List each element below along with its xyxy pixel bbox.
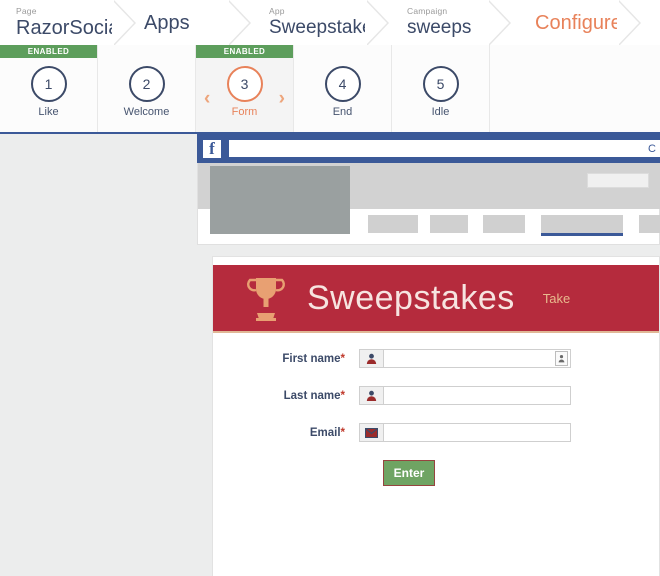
required-marker: *: [340, 389, 345, 402]
breadcrumb-label: Apps: [144, 12, 190, 34]
contact-picker-icon[interactable]: [555, 351, 568, 366]
breadcrumb-separator-fill-icon: [112, 0, 134, 45]
step-item-idle[interactable]: 5 Idle: [392, 45, 490, 132]
facebook-tab[interactable]: [639, 215, 660, 233]
form-row-first-name: First name*: [213, 349, 659, 368]
breadcrumb-separator-fill-icon: [487, 0, 509, 45]
facebook-logo-icon[interactable]: f: [203, 139, 221, 158]
breadcrumb-sublabel: App: [269, 5, 285, 16]
facebook-tab[interactable]: [430, 215, 468, 233]
facebook-tab[interactable]: [483, 215, 525, 233]
breadcrumb-separator-fill-icon: [365, 0, 387, 45]
last-name-label: Last name*: [213, 390, 359, 402]
step-label: End: [332, 105, 353, 118]
email-input[interactable]: [383, 423, 571, 442]
facebook-cta-button[interactable]: [587, 173, 649, 188]
facebook-top-bar: f C: [197, 134, 660, 163]
step-navigation: ENABLED 1 Like 2 Welcome ENABLED ‹ 3 For…: [0, 45, 660, 134]
trophy-icon: [247, 278, 285, 321]
step-number: 3: [226, 65, 263, 102]
first-name-label: First name*: [213, 353, 359, 365]
form-row-email: Email*: [213, 423, 659, 442]
app-tagline: Take: [542, 290, 571, 306]
step-number: 1: [30, 65, 67, 102]
person-icon: [359, 386, 383, 405]
facebook-profile-avatar: [210, 166, 350, 234]
last-name-label-text: Last name: [283, 389, 341, 402]
step-bar-filler: [490, 45, 660, 132]
email-label: Email*: [213, 427, 359, 439]
first-name-input[interactable]: [383, 349, 571, 368]
breadcrumb-label: RazorSocial: [16, 16, 124, 39]
app-banner: Sweepstakes Take: [213, 265, 659, 333]
facebook-search-input[interactable]: C: [229, 140, 660, 157]
step-number: 5: [422, 65, 459, 102]
step-number: 4: [324, 65, 361, 102]
email-label-text: Email: [309, 426, 341, 439]
step-number: 2: [128, 65, 165, 102]
required-marker: *: [340, 426, 345, 439]
first-name-label-text: First name: [282, 352, 341, 365]
step-item-end[interactable]: 4 End: [294, 45, 392, 132]
submit-row: Enter: [213, 460, 659, 486]
breadcrumb-label: Configure: [535, 12, 622, 34]
step-item-form[interactable]: ENABLED ‹ 3 Form ›: [196, 45, 294, 132]
step-label: Idle: [431, 105, 450, 118]
chevron-right-icon[interactable]: ›: [279, 89, 285, 108]
person-icon: [359, 349, 383, 368]
step-label: Form: [231, 105, 258, 118]
breadcrumb-sublabel: Page: [16, 5, 37, 16]
facebook-page-preview: [197, 163, 660, 245]
facebook-tab[interactable]: [368, 215, 418, 233]
entry-form: First name* Last name* Email* Enter: [213, 349, 659, 486]
breadcrumb-item-page[interactable]: Page RazorSocial: [0, 0, 136, 45]
step-item-welcome[interactable]: 2 Welcome: [98, 45, 196, 132]
breadcrumb-separator-fill-icon: [617, 0, 639, 45]
app-title: Sweepstakes: [307, 278, 515, 317]
status-badge: ENABLED: [196, 45, 293, 58]
breadcrumb-sublabel: Campaign: [407, 5, 448, 16]
required-marker: *: [340, 352, 345, 365]
form-row-last-name: Last name*: [213, 386, 659, 405]
breadcrumb-separator-fill-icon: [227, 0, 249, 45]
enter-button[interactable]: Enter: [383, 460, 435, 486]
step-label: Like: [38, 105, 59, 118]
facebook-tab-active[interactable]: [541, 215, 623, 236]
breadcrumb-label: sweeps: [407, 16, 472, 38]
envelope-icon: [359, 423, 383, 442]
breadcrumb: Page RazorSocial Apps App Sweepstakes Ca…: [0, 0, 660, 46]
chevron-left-icon[interactable]: ‹: [204, 89, 210, 108]
breadcrumb-label: Sweepstakes: [269, 16, 383, 38]
step-item-like[interactable]: ENABLED 1 Like: [0, 45, 98, 132]
status-badge: ENABLED: [0, 45, 97, 58]
sweepstakes-app: Sweepstakes Take First name* Last name* …: [212, 256, 660, 576]
step-label: Welcome: [123, 105, 170, 118]
last-name-input[interactable]: [383, 386, 571, 405]
